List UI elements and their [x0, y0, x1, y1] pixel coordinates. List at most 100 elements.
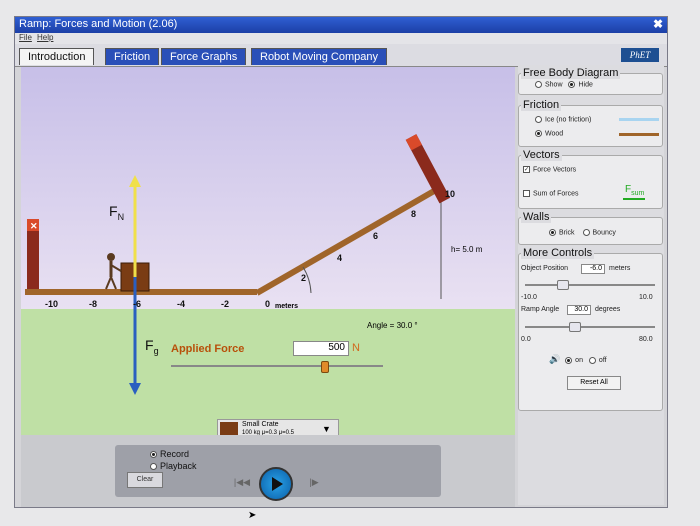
- app-window: Ramp: Forces and Motion (2.06) ✖ File He…: [14, 16, 668, 508]
- height-label: h= 5.0 m: [451, 245, 483, 254]
- force-vectors-label: Force Vectors: [533, 166, 577, 174]
- rewind-icon[interactable]: |◀◀: [233, 475, 251, 489]
- sum-of-forces-checkbox[interactable]: [523, 190, 530, 197]
- ramp-angle-slider[interactable]: [525, 326, 655, 328]
- reset-all-button[interactable]: Reset All: [567, 376, 621, 390]
- ramp-angle-label: Ramp Angle: [521, 306, 560, 313]
- mouse-cursor-icon: ➤: [248, 510, 257, 521]
- tick-label: -8: [89, 299, 98, 309]
- ramp-angle-unit: degrees: [595, 306, 621, 313]
- position-min-label: -10.0: [521, 294, 537, 301]
- brick-label: Brick: [559, 229, 575, 237]
- play-button[interactable]: [259, 467, 293, 501]
- object-position-slider-thumb[interactable]: [557, 280, 569, 290]
- more-controls-title: More Controls: [521, 247, 595, 259]
- applied-force-slider[interactable]: [171, 365, 383, 367]
- tick-label: -6: [133, 299, 142, 309]
- tab-force-graphs[interactable]: Force Graphs: [161, 48, 247, 65]
- menu-file[interactable]: File: [19, 33, 32, 42]
- angle-label: Angle = 30.0 °: [367, 321, 418, 330]
- applied-force-unit: N: [352, 342, 360, 354]
- friction-panel: Friction Ice (no friction) Wood: [518, 99, 663, 147]
- step-forward-icon[interactable]: |▶: [305, 475, 323, 489]
- sound-on-radio[interactable]: [565, 356, 573, 364]
- normal-force-arrowhead: [129, 175, 141, 187]
- free-body-title: Free Body Diagram: [521, 67, 621, 79]
- ice-label: Ice (no friction): [545, 116, 592, 124]
- record-label: Record: [160, 449, 190, 459]
- sum-of-forces-label: Sum of Forces: [533, 190, 579, 198]
- window-title: Ramp: Forces and Motion (2.06): [19, 18, 178, 30]
- sound-off-radio[interactable]: [588, 356, 596, 364]
- friction-title: Friction: [521, 99, 562, 111]
- fn-label: FN: [109, 203, 125, 222]
- walls-panel: Walls Brick Bouncy: [518, 211, 663, 245]
- free-body-hide-radio[interactable]: [568, 81, 576, 88]
- walls-title: Walls: [521, 211, 552, 223]
- force-vectors-checkbox[interactable]: ✓: [523, 166, 530, 173]
- play-icon: [272, 477, 283, 491]
- playback-option[interactable]: Playback: [150, 461, 197, 471]
- ramp-tick-label: 10: [445, 189, 456, 199]
- playback-label: Playback: [160, 461, 197, 471]
- applied-force-slider-thumb[interactable]: [320, 361, 329, 373]
- playback-radio[interactable]: [150, 463, 157, 471]
- title-bar: Ramp: Forces and Motion (2.06) ✖: [15, 17, 667, 33]
- tab-bar: Introduction Friction Force Graphs Robot…: [15, 44, 667, 67]
- tick-label: -4: [177, 299, 186, 309]
- crate-name: Small Crate: [242, 421, 279, 428]
- bouncy-radio[interactable]: [582, 229, 590, 236]
- brick-radio[interactable]: [549, 229, 556, 236]
- angle-min-label: 0.0: [521, 336, 531, 343]
- wood-swatch: [619, 133, 659, 136]
- speaker-icon: 🔊: [549, 354, 561, 364]
- wall-x-icon: ✕: [30, 221, 38, 231]
- fsum-arrow: [623, 198, 645, 200]
- tab-friction[interactable]: Friction: [105, 48, 160, 65]
- ramp-tick-label: 4: [337, 253, 343, 263]
- tab-introduction[interactable]: Introduction: [19, 48, 95, 65]
- person-leg-left: [105, 276, 112, 290]
- object-position-input[interactable]: -6.0: [581, 264, 605, 274]
- vectors-title: Vectors: [521, 149, 562, 161]
- chevron-down-icon[interactable]: ▼: [322, 424, 331, 434]
- simulation-area: ✕ -10 -8 -6 -4 -2 0 meters 2 4 6 8 10 FN…: [21, 67, 515, 437]
- free-body-show-radio[interactable]: [535, 81, 542, 88]
- wood-radio[interactable]: [535, 130, 542, 137]
- ice-radio[interactable]: [535, 116, 542, 123]
- sound-off-label: off: [598, 357, 607, 364]
- ramp-angle-slider-thumb[interactable]: [569, 322, 581, 332]
- tick-label: 0: [265, 299, 271, 309]
- person-head: [107, 253, 115, 261]
- fg-label: Fg: [145, 337, 159, 356]
- free-body-show-label: Show: [545, 81, 563, 89]
- fsum-label: Fsum: [625, 184, 645, 197]
- wood-label: Wood: [545, 130, 564, 138]
- position-max-label: 10.0: [639, 294, 653, 301]
- record-radio[interactable]: [150, 451, 157, 459]
- ramp-angle-input[interactable]: 30.0: [567, 305, 591, 315]
- tick-label: -10: [45, 299, 59, 309]
- scene-drawing: ✕: [25, 134, 451, 395]
- record-option[interactable]: Record: [150, 449, 197, 459]
- close-icon[interactable]: ✖: [653, 17, 663, 31]
- bouncy-label: Bouncy: [592, 229, 616, 237]
- tab-robot-moving-company[interactable]: Robot Moving Company: [251, 48, 388, 65]
- object-position-label: Object Position: [521, 265, 569, 272]
- ramp-tick-label: 2: [301, 273, 307, 283]
- applied-force-input[interactable]: 500: [293, 341, 349, 356]
- clear-button[interactable]: Clear: [127, 472, 163, 488]
- ramp-tick-label: 8: [411, 209, 417, 219]
- ramp-tick-label: 6: [373, 231, 379, 241]
- object-position-slider[interactable]: [525, 284, 655, 286]
- applied-force-label: Applied Force: [171, 343, 245, 355]
- sound-on-label: on: [575, 357, 583, 364]
- vectors-panel: Vectors ✓ Force Vectors Sum of Forces Fsu…: [518, 149, 663, 209]
- side-panel: Free Body Diagram Show Hide Friction Ice…: [518, 65, 664, 505]
- gravity-force-arrowhead: [129, 383, 141, 395]
- meters-label: meters: [275, 303, 298, 310]
- free-body-panel: Free Body Diagram Show Hide: [518, 67, 663, 95]
- angle-max-label: 80.0: [639, 336, 653, 343]
- menu-help[interactable]: Help: [37, 33, 53, 42]
- menu-bar: File Help: [15, 33, 667, 44]
